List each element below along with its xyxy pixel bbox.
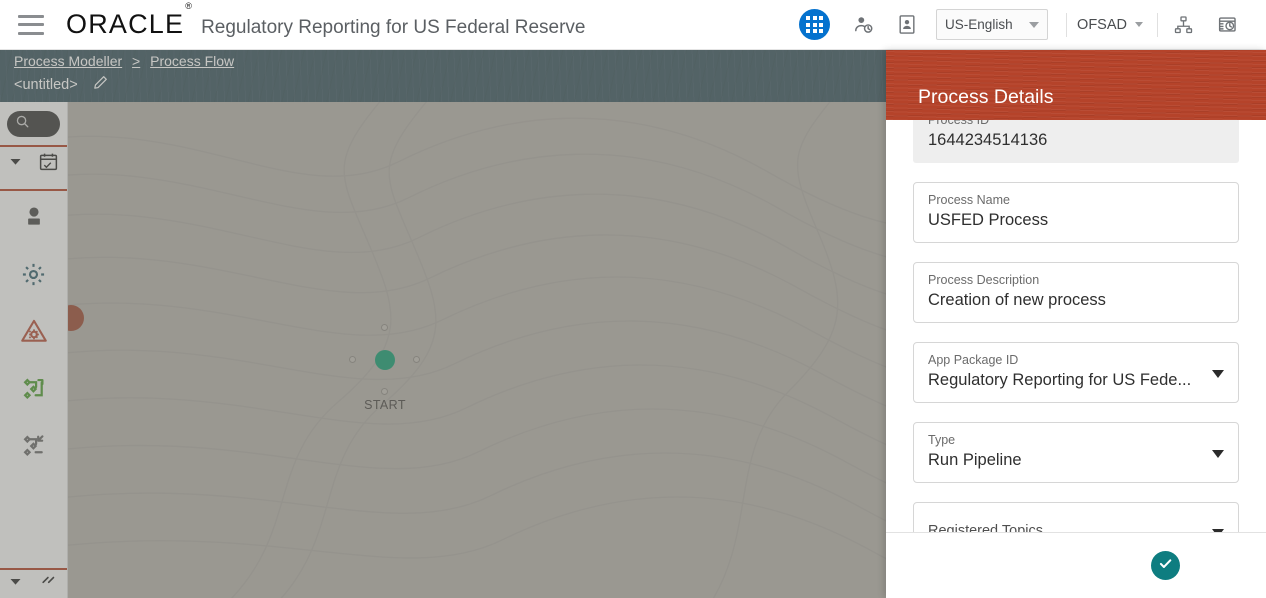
user-session-icon[interactable] — [848, 10, 878, 40]
connector-handle-right[interactable] — [413, 356, 420, 363]
type-value: Run Pipeline — [928, 451, 1022, 469]
search-icon — [15, 114, 30, 134]
pencil-edit-icon[interactable] — [92, 74, 109, 95]
process-details-panel: Process Details Process ID 1644234514136… — [886, 50, 1266, 598]
header-divider — [1157, 12, 1158, 37]
panel-header: Process Details — [886, 50, 1266, 120]
warning-gear-icon — [19, 317, 49, 350]
history-clock-icon[interactable] — [1212, 10, 1242, 40]
document-name-row: <untitled> — [14, 74, 109, 95]
process-id-field: Process ID 1644234514136 — [913, 120, 1239, 163]
start-node-dot[interactable] — [375, 350, 395, 370]
sidebar-item-settings[interactable] — [0, 248, 67, 305]
process-id-label: Process ID — [928, 120, 990, 127]
chevron-down-icon — [1212, 369, 1224, 378]
page-title: Regulatory Reporting for US Federal Rese… — [201, 16, 586, 38]
brand: ORACLE® Regulatory Reporting for US Fede… — [66, 1, 586, 39]
apps-grid-icon[interactable] — [799, 9, 831, 40]
id-card-icon[interactable] — [892, 10, 922, 40]
app-package-id-label: App Package ID — [928, 353, 1019, 367]
left-sidebar — [0, 102, 68, 598]
start-node[interactable]: START — [349, 324, 421, 412]
sidebar-toolbar — [0, 147, 67, 181]
chevron-down-icon[interactable] — [8, 574, 23, 594]
hamburger-menu-icon[interactable] — [18, 14, 44, 35]
language-select[interactable]: US-English — [936, 9, 1049, 40]
breadcrumb: Process Modeller > Process Flow — [14, 53, 234, 69]
header-actions: US-English OFSAD — [799, 9, 1266, 40]
panel-footer — [886, 532, 1266, 598]
panel-form: Process ID 1644234514136 Process Name US… — [886, 120, 1266, 532]
panel-title: Process Details — [918, 86, 1054, 108]
chevron-down-icon — [1212, 528, 1224, 532]
gear-icon — [20, 261, 47, 293]
tenant-select[interactable]: OFSAD — [1077, 17, 1143, 33]
connector-handle-top[interactable] — [381, 324, 388, 331]
breadcrumb-link-current[interactable]: Process Flow — [150, 53, 234, 69]
registered-topics-label: Registered Topics — [928, 523, 1043, 532]
save-button[interactable] — [1151, 551, 1180, 580]
tenant-select-value: OFSAD — [1077, 16, 1127, 33]
process-name-label: Process Name — [928, 193, 1010, 207]
process-id-value: 1644234514136 — [928, 131, 1048, 149]
sidebar-item-person[interactable] — [0, 191, 67, 248]
global-header: ORACLE® Regulatory Reporting for US Fede… — [0, 0, 1266, 50]
process-flow-in-icon — [20, 431, 48, 464]
chevron-down-icon — [1135, 22, 1143, 27]
sidebar-item-process-in[interactable] — [0, 419, 67, 476]
document-name: <untitled> — [14, 76, 78, 93]
chevron-down-icon — [1212, 449, 1224, 458]
check-icon — [1157, 555, 1174, 577]
sitemap-icon[interactable] — [1168, 10, 1198, 40]
calendar-task-icon[interactable] — [38, 151, 59, 177]
app-package-id-select[interactable]: App Package ID Regulatory Reporting for … — [913, 342, 1239, 403]
sidebar-item-process-out[interactable] — [0, 362, 67, 419]
type-label: Type — [928, 433, 956, 447]
oracle-logo: ORACLE® — [66, 1, 192, 39]
breadcrumb-separator: > — [132, 53, 141, 69]
person-icon — [21, 204, 47, 235]
collapse-all-icon[interactable] — [40, 572, 59, 596]
oracle-logo-mark: ® — [185, 0, 194, 11]
language-select-value: US-English — [945, 17, 1013, 32]
process-name-field[interactable]: Process Name USFED Process — [913, 182, 1239, 243]
process-flow-out-icon — [20, 374, 48, 407]
registered-topics-select[interactable]: Registered Topics — [913, 502, 1239, 532]
connector-handle-left[interactable] — [349, 356, 356, 363]
process-description-value: Creation of new process — [928, 291, 1106, 309]
search-input[interactable] — [7, 111, 60, 137]
header-divider — [1066, 12, 1068, 37]
start-node-label: START — [364, 398, 406, 412]
sidebar-item-alert[interactable] — [0, 305, 67, 362]
app-package-id-value: Regulatory Reporting for US Fede... — [928, 371, 1192, 389]
chevron-down-icon — [1029, 21, 1040, 28]
connector-handle-bottom[interactable] — [381, 388, 388, 395]
oracle-logo-text: ORACLE — [66, 8, 185, 39]
application-window: ORACLE® Regulatory Reporting for US Fede… — [0, 0, 1266, 598]
process-description-field[interactable]: Process Description Creation of new proc… — [913, 262, 1239, 323]
type-select[interactable]: Type Run Pipeline — [913, 422, 1239, 483]
chevron-down-icon[interactable] — [8, 154, 23, 174]
breadcrumb-link-root[interactable]: Process Modeller — [14, 53, 122, 69]
process-description-label: Process Description — [928, 273, 1040, 287]
sidebar-bottom-toolbar — [0, 560, 67, 598]
process-name-value: USFED Process — [928, 211, 1049, 229]
